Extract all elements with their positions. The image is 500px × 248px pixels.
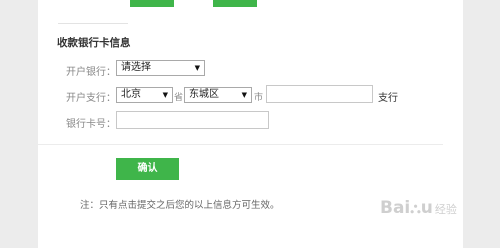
bank-select[interactable]: 请选择 ▼ bbox=[116, 60, 205, 76]
section-title: 收款银行卡信息 bbox=[57, 37, 131, 49]
triangle-down-icon: ▼ bbox=[162, 91, 168, 99]
card-number-input[interactable] bbox=[116, 111, 269, 129]
triangle-down-icon: ▼ bbox=[194, 64, 200, 72]
province-select[interactable]: 北京 ▼ bbox=[116, 87, 173, 103]
section-divider bbox=[38, 144, 443, 145]
confirm-button[interactable]: 确认 bbox=[116, 158, 179, 180]
watermark-sub: 经验 bbox=[434, 203, 457, 216]
top-divider bbox=[58, 23, 128, 24]
city-select-value: 东城区 bbox=[189, 89, 219, 100]
branch-suffix: 支行 bbox=[378, 93, 398, 104]
province-select-value: 北京 bbox=[121, 89, 141, 100]
notice-text: 注：只有点击提交之后您的以上信息方可生效。 bbox=[80, 200, 280, 211]
city-suffix: 市 bbox=[254, 93, 264, 103]
watermark-logo: Bai⛬u 经验 bbox=[380, 198, 457, 218]
watermark-tail: u bbox=[420, 198, 433, 218]
paw-icon: ⛬ bbox=[410, 199, 421, 217]
top-button-stub-right[interactable] bbox=[213, 0, 257, 7]
top-button-stub-left[interactable] bbox=[130, 0, 174, 7]
triangle-down-icon: ▼ bbox=[241, 91, 247, 99]
bank-label: 开户银行： bbox=[66, 67, 116, 78]
bank-select-value: 请选择 bbox=[121, 62, 151, 73]
province-suffix: 省 bbox=[174, 93, 184, 103]
card-number-label: 银行卡号： bbox=[66, 119, 116, 130]
branch-label: 开户支行： bbox=[66, 93, 116, 104]
city-select[interactable]: 东城区 ▼ bbox=[184, 87, 252, 103]
watermark-text: Bai bbox=[380, 198, 411, 218]
branch-input[interactable] bbox=[266, 85, 373, 103]
